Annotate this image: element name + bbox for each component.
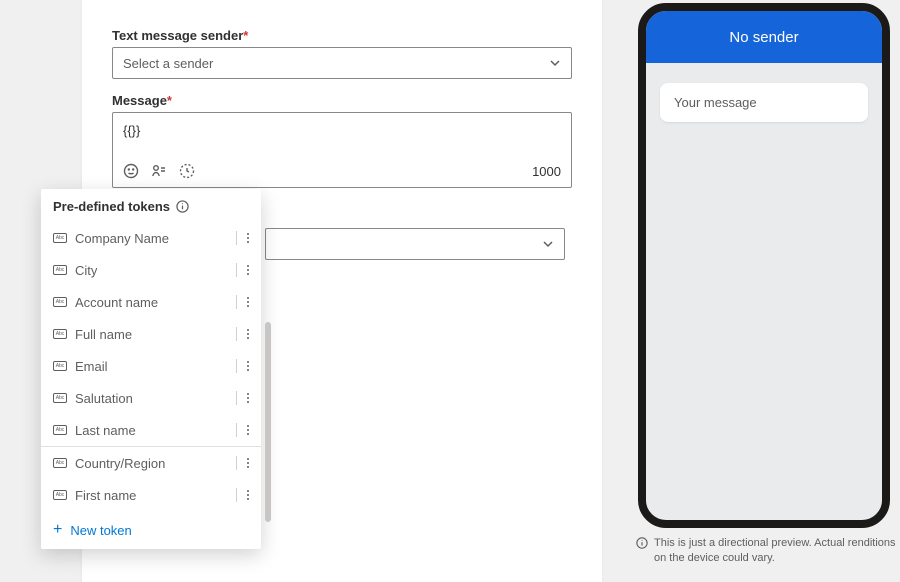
new-token-label: New token	[70, 523, 131, 538]
token-row[interactable]: Abc Email	[41, 350, 261, 382]
abc-badge-icon: Abc	[53, 297, 67, 307]
token-label: Email	[75, 359, 108, 374]
separator	[236, 359, 237, 373]
abc-badge-icon: Abc	[53, 329, 67, 339]
token-row[interactable]: Abc First name	[41, 479, 261, 511]
separator	[236, 423, 237, 437]
abc-badge-icon: Abc	[53, 490, 67, 500]
abc-badge-icon: Abc	[53, 458, 67, 468]
separator	[236, 456, 237, 470]
secondary-select[interactable]	[265, 228, 565, 260]
sender-field-label: Text message sender*	[112, 28, 572, 43]
token-label: Company Name	[75, 231, 169, 246]
phone-preview-header: No sender	[646, 11, 882, 63]
more-options-icon[interactable]	[243, 389, 253, 407]
emoji-icon[interactable]	[123, 163, 139, 179]
abc-badge-icon: Abc	[53, 265, 67, 275]
separator	[236, 263, 237, 277]
token-label: Full name	[75, 327, 132, 342]
tokens-popover-title: Pre-defined tokens	[41, 199, 261, 222]
separator	[236, 488, 237, 502]
more-options-icon[interactable]	[243, 293, 253, 311]
more-options-icon[interactable]	[243, 454, 253, 472]
token-label: First name	[75, 488, 136, 503]
phone-preview: No sender Your message	[638, 3, 890, 528]
preview-disclaimer: This is just a directional preview. Actu…	[636, 536, 896, 566]
tokens-list: AbcCompany NameAbcCityAbcAccount nameAbc…	[41, 222, 261, 511]
more-options-icon[interactable]	[243, 261, 253, 279]
separator	[236, 391, 237, 405]
token-row[interactable]: Abc Salutation	[41, 382, 261, 414]
separator	[236, 231, 237, 245]
preview-message-bubble: Your message	[660, 83, 868, 122]
message-field-label: Message*	[112, 93, 572, 108]
more-options-icon[interactable]	[243, 486, 253, 504]
more-options-icon[interactable]	[243, 325, 253, 343]
sender-select-placeholder: Select a sender	[123, 56, 213, 71]
token-label: Country/Region	[75, 456, 165, 471]
dynamic-text-icon[interactable]	[179, 163, 195, 179]
token-label: Account name	[75, 295, 158, 310]
new-token-button[interactable]: + New token	[41, 511, 261, 549]
chevron-down-icon	[549, 57, 561, 69]
info-icon	[636, 537, 648, 549]
more-options-icon[interactable]	[243, 229, 253, 247]
token-row[interactable]: Abc Account name	[41, 286, 261, 318]
token-row[interactable]: Abc Full name	[41, 318, 261, 350]
info-icon[interactable]	[176, 200, 189, 213]
abc-badge-icon: Abc	[53, 233, 67, 243]
token-label: City	[75, 263, 97, 278]
personalize-icon[interactable]	[151, 163, 167, 179]
separator	[236, 295, 237, 309]
chevron-down-icon	[542, 238, 554, 250]
token-row[interactable]: Abc City	[41, 254, 261, 286]
abc-badge-icon: Abc	[53, 361, 67, 371]
more-options-icon[interactable]	[243, 357, 253, 375]
more-options-icon[interactable]	[243, 421, 253, 439]
abc-badge-icon: Abc	[53, 393, 67, 403]
message-toolbar: 1000	[113, 157, 571, 187]
separator	[236, 327, 237, 341]
message-editor[interactable]: {{}} 1000	[112, 112, 572, 188]
message-text-content[interactable]: {{}}	[113, 113, 571, 157]
token-label: Last name	[75, 423, 136, 438]
token-row[interactable]: Abc Last name	[41, 414, 261, 446]
token-row[interactable]: Abc Company Name	[41, 222, 261, 254]
char-counter: 1000	[532, 164, 561, 179]
token-row[interactable]: Abc Country/Region	[41, 447, 261, 479]
plus-icon: +	[53, 522, 62, 538]
tokens-popover: Pre-defined tokens Abc Company Name Abc Cit…	[41, 189, 261, 549]
abc-badge-icon: Abc	[53, 425, 67, 435]
token-label: Salutation	[75, 391, 133, 406]
tokens-scrollbar[interactable]	[265, 322, 271, 522]
sender-select[interactable]: Select a sender	[112, 47, 572, 79]
